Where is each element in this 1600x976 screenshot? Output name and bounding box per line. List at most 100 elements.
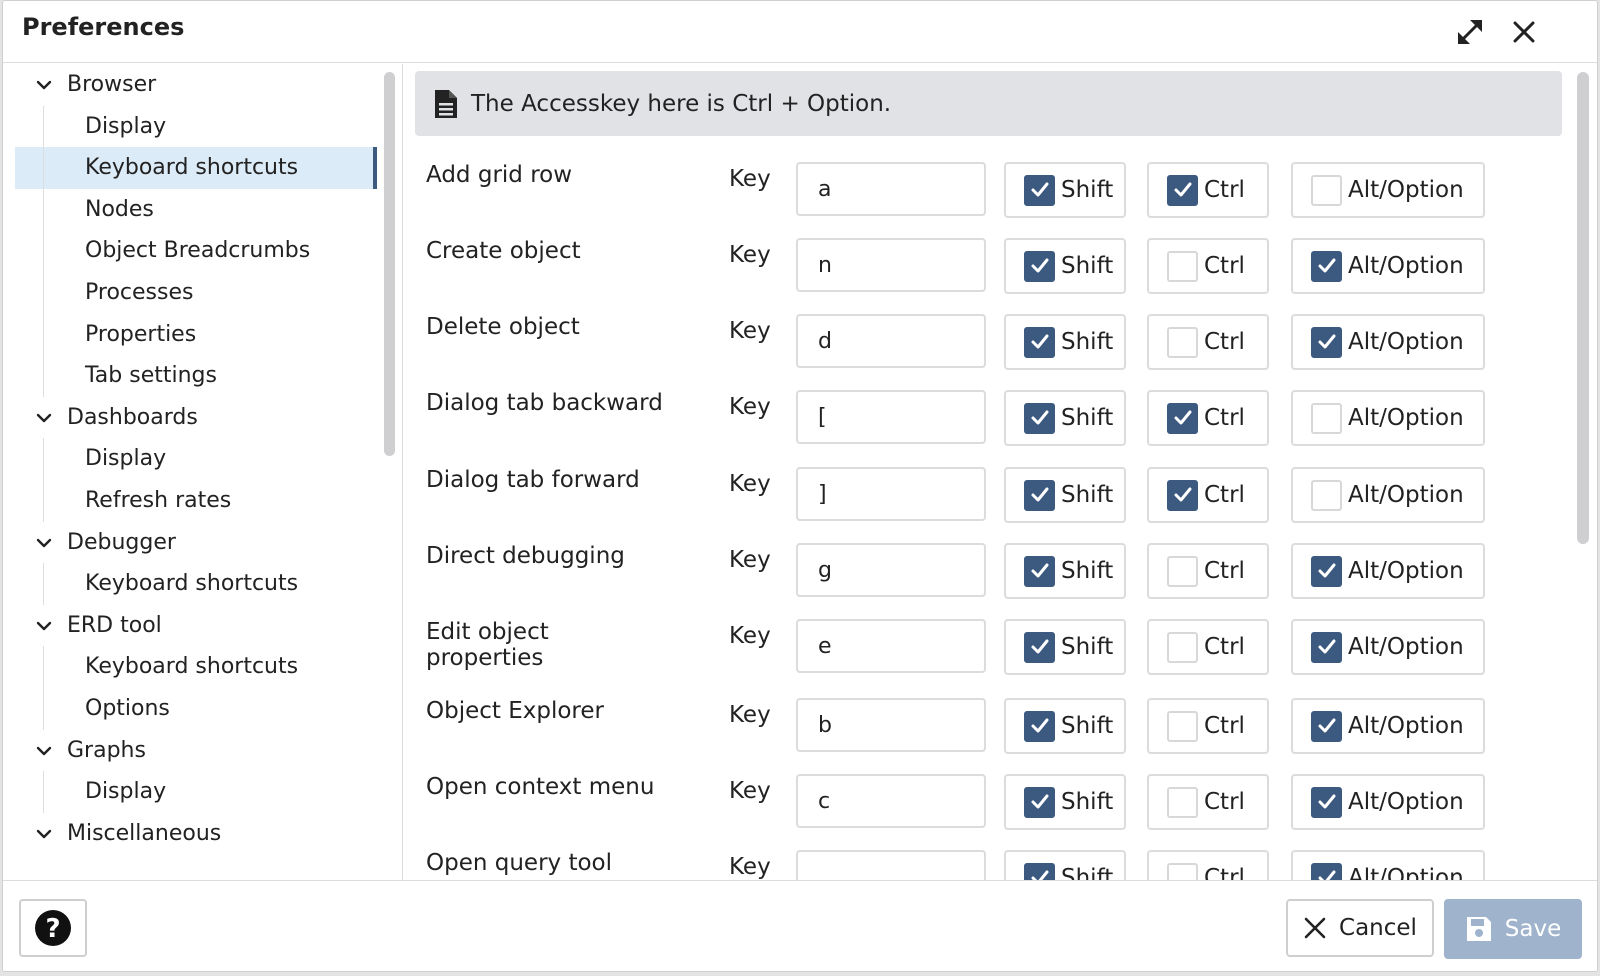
ctrl-checkbox[interactable]: Ctrl bbox=[1147, 850, 1269, 880]
key-input[interactable] bbox=[796, 698, 986, 752]
sidebar-item-browser[interactable]: Browser bbox=[15, 64, 377, 106]
shortcut-row-create-object: Create object Key Shift Ctrl Alt/Option bbox=[404, 238, 1584, 314]
sidebar-item-label: Options bbox=[85, 696, 170, 721]
sidebar-item-miscellaneous[interactable]: Miscellaneous bbox=[15, 813, 377, 855]
alt-checkbox[interactable]: Alt/Option bbox=[1291, 238, 1485, 294]
alt-checkbox[interactable]: Alt/Option bbox=[1291, 619, 1485, 675]
sidebar-item-label: Display bbox=[85, 446, 167, 472]
ctrl-checkbox[interactable]: Ctrl bbox=[1147, 774, 1269, 830]
key-label: Key bbox=[729, 778, 771, 804]
shift-checkbox[interactable]: Shift bbox=[1004, 774, 1126, 830]
alt-checkbox[interactable]: Alt/Option bbox=[1291, 543, 1485, 599]
title-bar: Preferences bbox=[3, 1, 1597, 63]
sidebar-item-label: Miscellaneous bbox=[67, 820, 222, 846]
shortcut-name: Edit object properties bbox=[426, 619, 549, 671]
maximize-button[interactable] bbox=[1453, 15, 1487, 49]
sidebar-item-label: Object Breadcrumbs bbox=[85, 238, 311, 264]
help-button[interactable]: ? bbox=[19, 899, 87, 957]
checkbox-unchecked-icon bbox=[1167, 710, 1198, 742]
sidebar-item-label: Nodes bbox=[85, 196, 154, 222]
key-input[interactable] bbox=[796, 314, 986, 368]
key-input[interactable] bbox=[796, 238, 986, 292]
shift-label: Shift bbox=[1061, 177, 1114, 203]
shift-checkbox[interactable]: Shift bbox=[1004, 467, 1126, 523]
sidebar-item-erd-tool[interactable]: ERD tool bbox=[15, 605, 377, 647]
key-input[interactable] bbox=[796, 162, 986, 216]
alt-label: Alt/Option bbox=[1348, 713, 1464, 739]
shortcut-name: Add grid row bbox=[426, 162, 573, 188]
sidebar-item-keyboard-shortcuts[interactable]: Keyboard shortcuts bbox=[15, 563, 377, 606]
alt-checkbox[interactable]: Alt/Option bbox=[1291, 698, 1485, 754]
sidebar-item-keyboard-shortcuts[interactable]: Keyboard shortcuts bbox=[15, 646, 377, 689]
sidebar-item-tab-settings[interactable]: Tab settings bbox=[15, 355, 377, 398]
shift-checkbox[interactable]: Shift bbox=[1004, 162, 1126, 218]
chevron-down-icon[interactable] bbox=[31, 522, 57, 564]
close-icon bbox=[1513, 21, 1535, 43]
cancel-button[interactable]: Cancel bbox=[1286, 899, 1434, 957]
ctrl-label: Ctrl bbox=[1204, 558, 1245, 584]
ctrl-checkbox[interactable]: Ctrl bbox=[1147, 543, 1269, 599]
shift-checkbox[interactable]: Shift bbox=[1004, 314, 1126, 370]
checkbox-checked-icon bbox=[1311, 786, 1342, 818]
key-input[interactable] bbox=[796, 619, 986, 673]
alt-checkbox[interactable]: Alt/Option bbox=[1291, 774, 1485, 830]
sidebar-item-properties[interactable]: Properties bbox=[15, 313, 377, 356]
shift-checkbox[interactable]: Shift bbox=[1004, 238, 1126, 294]
shift-checkbox[interactable]: Shift bbox=[1004, 619, 1126, 675]
shortcut-row-object-explorer: Object Explorer Key Shift Ctrl Alt/Option bbox=[404, 698, 1584, 774]
ctrl-checkbox[interactable]: Ctrl bbox=[1147, 698, 1269, 754]
sidebar-item-label: Debugger bbox=[67, 529, 176, 555]
chevron-down-icon[interactable] bbox=[31, 605, 57, 647]
ctrl-checkbox[interactable]: Ctrl bbox=[1147, 619, 1269, 675]
main-scrollbar[interactable] bbox=[1577, 72, 1589, 544]
ctrl-checkbox[interactable]: Ctrl bbox=[1147, 238, 1269, 294]
ctrl-checkbox[interactable]: Ctrl bbox=[1147, 314, 1269, 370]
sidebar-item-display[interactable]: Display bbox=[15, 105, 377, 148]
ctrl-checkbox[interactable]: Ctrl bbox=[1147, 162, 1269, 218]
chevron-down-icon[interactable] bbox=[31, 397, 57, 439]
key-input[interactable] bbox=[796, 390, 986, 444]
ctrl-checkbox[interactable]: Ctrl bbox=[1147, 467, 1269, 523]
alt-checkbox[interactable]: Alt/Option bbox=[1291, 314, 1485, 370]
sidebar-item-refresh-rates[interactable]: Refresh rates bbox=[15, 480, 377, 522]
checkbox-checked-icon bbox=[1024, 786, 1055, 818]
sidebar-item-options[interactable]: Options bbox=[15, 688, 377, 730]
key-input[interactable] bbox=[796, 543, 986, 597]
sidebar-item-label: Refresh rates bbox=[85, 488, 232, 513]
sidebar-item-object-breadcrumbs[interactable]: Object Breadcrumbs bbox=[15, 230, 377, 273]
shift-checkbox[interactable]: Shift bbox=[1004, 390, 1126, 446]
shift-checkbox[interactable]: Shift bbox=[1004, 543, 1126, 599]
alt-checkbox[interactable]: Alt/Option bbox=[1291, 162, 1485, 218]
alt-checkbox[interactable]: Alt/Option bbox=[1291, 390, 1485, 446]
key-input[interactable] bbox=[796, 850, 986, 880]
key-label: Key bbox=[729, 623, 771, 649]
sidebar-item-processes[interactable]: Processes bbox=[15, 272, 377, 314]
alt-checkbox[interactable]: Alt/Option bbox=[1291, 467, 1485, 523]
shift-checkbox[interactable]: Shift bbox=[1004, 698, 1126, 754]
checkbox-unchecked-icon bbox=[1167, 250, 1198, 282]
alt-checkbox[interactable]: Alt/Option bbox=[1291, 850, 1485, 880]
chevron-down-icon[interactable] bbox=[31, 730, 57, 772]
sidebar-item-dashboards[interactable]: Dashboards bbox=[15, 397, 377, 439]
key-input[interactable] bbox=[796, 467, 986, 521]
sidebar-scrollbar[interactable] bbox=[384, 72, 395, 456]
sidebar-item-display[interactable]: Display bbox=[15, 771, 377, 814]
chevron-down-icon[interactable] bbox=[31, 813, 57, 855]
shift-checkbox[interactable]: Shift bbox=[1004, 850, 1126, 880]
sidebar-item-label: Keyboard shortcuts bbox=[85, 155, 299, 181]
sidebar-item-keyboard-shortcuts[interactable]: Keyboard shortcuts bbox=[15, 147, 377, 190]
sidebar-item-debugger[interactable]: Debugger bbox=[15, 522, 377, 564]
ctrl-checkbox[interactable]: Ctrl bbox=[1147, 390, 1269, 446]
sidebar-item-display[interactable]: Display bbox=[15, 438, 377, 481]
maximize-icon bbox=[1457, 19, 1483, 45]
sidebar-item-graphs[interactable]: Graphs bbox=[15, 730, 377, 772]
close-button[interactable] bbox=[1507, 15, 1541, 49]
save-button[interactable]: Save bbox=[1444, 899, 1582, 959]
chevron-down-icon[interactable] bbox=[31, 64, 57, 106]
checkbox-checked-icon bbox=[1167, 174, 1198, 206]
save-label: Save bbox=[1504, 916, 1562, 942]
key-label: Key bbox=[729, 394, 771, 420]
key-input[interactable] bbox=[796, 774, 986, 828]
sidebar-item-nodes[interactable]: Nodes bbox=[15, 188, 377, 231]
sidebar-item-label: Keyboard shortcuts bbox=[85, 571, 299, 597]
